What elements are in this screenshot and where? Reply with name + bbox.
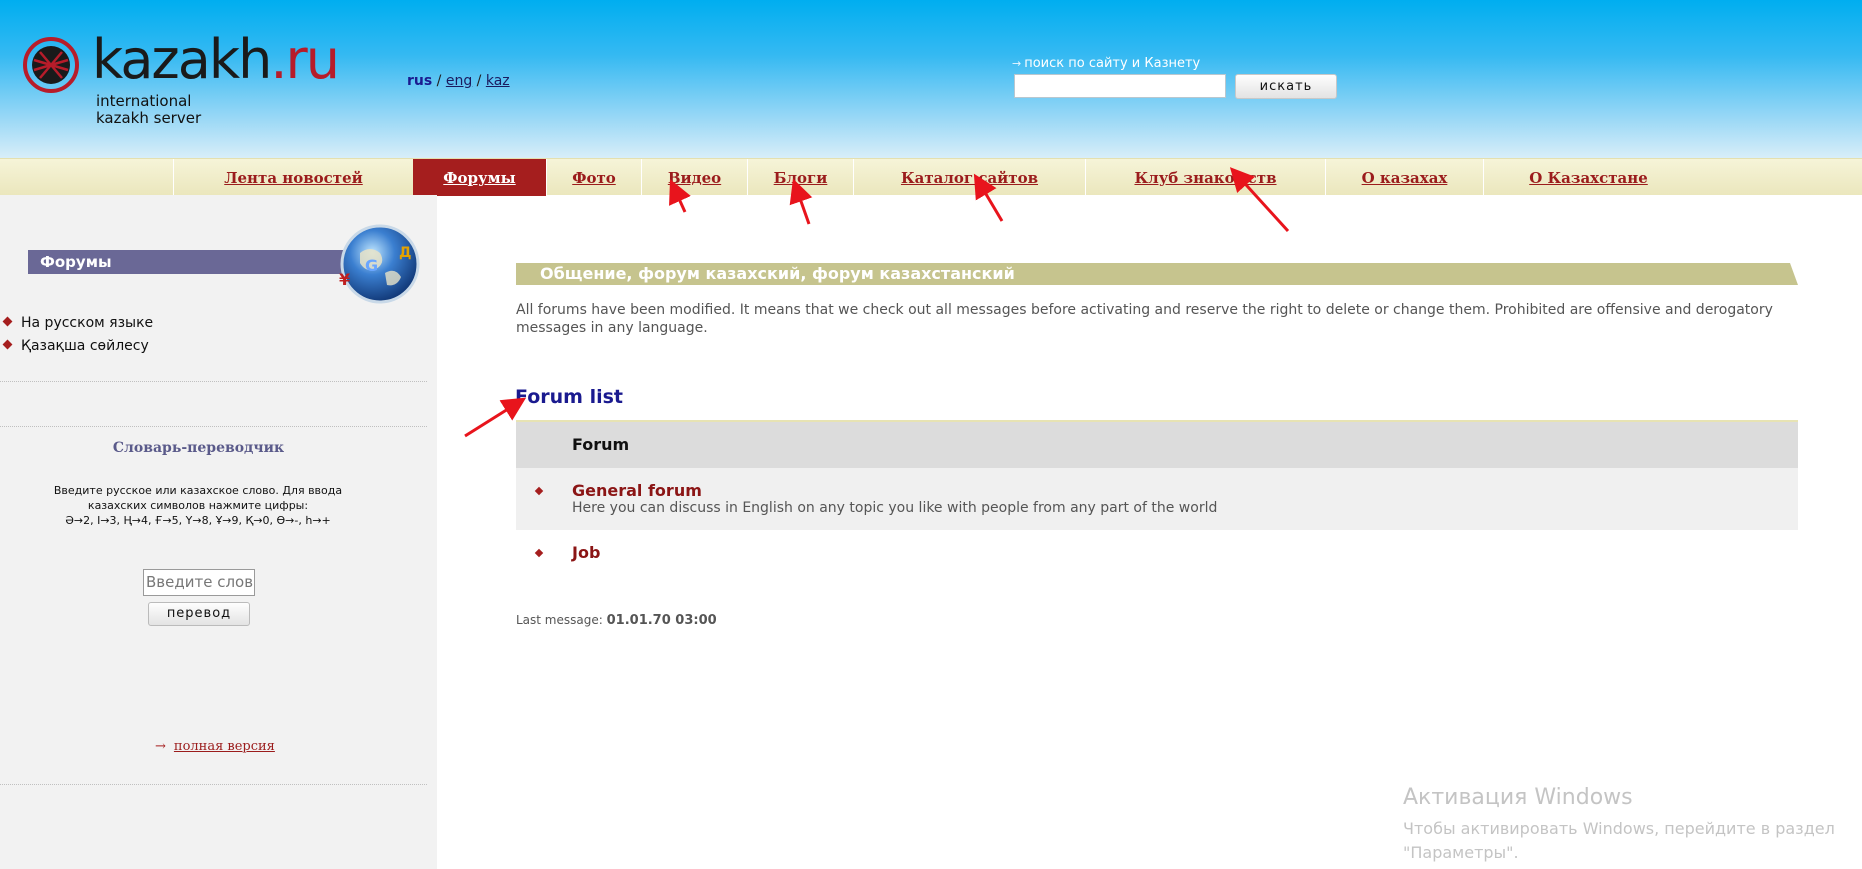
language-switcher: rus / eng / kaz: [407, 73, 510, 89]
sidebar-divider: [0, 381, 427, 382]
sidebar: Форумы G Д ¥ На русском языке Қазақша сө…: [0, 195, 437, 869]
table-row: General forum Here you can discuss in En…: [516, 468, 1798, 530]
forum-link-job[interactable]: Job: [572, 543, 1798, 562]
header: kazakh.ru international kazakh server ru…: [0, 0, 1862, 158]
forum-link-general[interactable]: General forum: [572, 481, 1798, 500]
full-version-link[interactable]: → полная версия: [155, 739, 275, 754]
nav-item-site-catalog[interactable]: Каталог сайтов: [853, 159, 1085, 196]
logo-subtitle-line2: kazakh server: [96, 109, 202, 127]
forum-description: Here you can discuss in English on any t…: [572, 500, 1218, 516]
last-message: Last message: 01.01.70 03:00: [516, 613, 717, 628]
red-diamond-bullet-icon: [534, 486, 544, 496]
sidebar-link-kazakh[interactable]: Қазақша сөйлесу: [2, 338, 149, 354]
lang-rus-current: rus: [407, 73, 433, 89]
site-logo[interactable]: kazakh.ru international kazakh server: [22, 30, 342, 128]
nav-item-forums[interactable]: Форумы: [413, 159, 546, 196]
main-navigation: Лента новостей Форумы Фото Видео Блоги К…: [0, 158, 1862, 196]
nav-item-photo[interactable]: Фото: [546, 159, 641, 196]
translate-button[interactable]: перевод: [148, 602, 250, 626]
table-row: Job: [516, 530, 1798, 570]
windows-activation-title: Активация Windows: [1403, 785, 1633, 810]
red-diamond-bullet-icon: [2, 339, 13, 350]
nav-item-video[interactable]: Видео: [641, 159, 747, 196]
dictionary-instructions: Введите русское или казахское слово. Для…: [53, 484, 343, 527]
nav-item-news-feed[interactable]: Лента новостей: [173, 159, 413, 196]
red-arrow-icon: [464, 397, 527, 438]
dictionary-title: Словарь-переводчик: [112, 440, 285, 456]
forum-list-heading: Forum list: [515, 386, 623, 408]
red-diamond-bullet-icon: [2, 316, 13, 327]
search-input[interactable]: [1014, 74, 1226, 98]
search-label: → поиск по сайту и Казнету: [1012, 56, 1201, 71]
red-diamond-bullet-icon: [534, 548, 544, 558]
section-title-bar: Общение, форум казахский, форум казахста…: [516, 263, 1798, 285]
nav-item-about-kazakhs[interactable]: О казахах: [1325, 159, 1483, 196]
kazakh-shanyrak-logo-icon: [23, 37, 79, 93]
search-button[interactable]: искать: [1235, 74, 1337, 99]
nav-item-blogs[interactable]: Блоги: [747, 159, 853, 196]
sidebar-divider: [0, 784, 427, 785]
small-arrow-icon: →: [155, 739, 166, 754]
sidebar-divider: [0, 426, 427, 427]
dictionary-word-input[interactable]: Введите слово: [143, 569, 255, 596]
moderation-notice: All forums have been modified. It means …: [516, 302, 1773, 336]
windows-activation-text: "Параметры".: [1403, 843, 1519, 862]
table-header: Forum: [516, 422, 1798, 468]
svg-text:G: G: [365, 256, 378, 275]
svg-text:Д: Д: [399, 245, 411, 261]
globe-icon: G Д ¥: [339, 224, 420, 304]
sidebar-link-russian[interactable]: На русском языке: [2, 315, 153, 331]
svg-text:¥: ¥: [339, 270, 350, 289]
lang-eng-link[interactable]: eng: [446, 73, 472, 89]
page: kazakh.ru international kazakh server ru…: [0, 0, 1862, 869]
sidebar-title: Форумы: [28, 250, 346, 274]
logo-wordmark: kazakh.ru: [92, 28, 340, 91]
logo-subtitle-line1: international: [96, 92, 192, 110]
lang-kaz-link[interactable]: kaz: [486, 73, 510, 89]
nav-item-dating-club[interactable]: Клуб знакомств: [1085, 159, 1325, 196]
nav-item-about-kazakhstan[interactable]: О Казахстане: [1483, 159, 1693, 196]
windows-activation-text: Чтобы активировать Windows, перейдите в …: [1403, 819, 1835, 838]
small-arrow-icon: →: [1012, 57, 1022, 70]
forum-table: Forum General forum Here you can discuss…: [516, 420, 1798, 570]
